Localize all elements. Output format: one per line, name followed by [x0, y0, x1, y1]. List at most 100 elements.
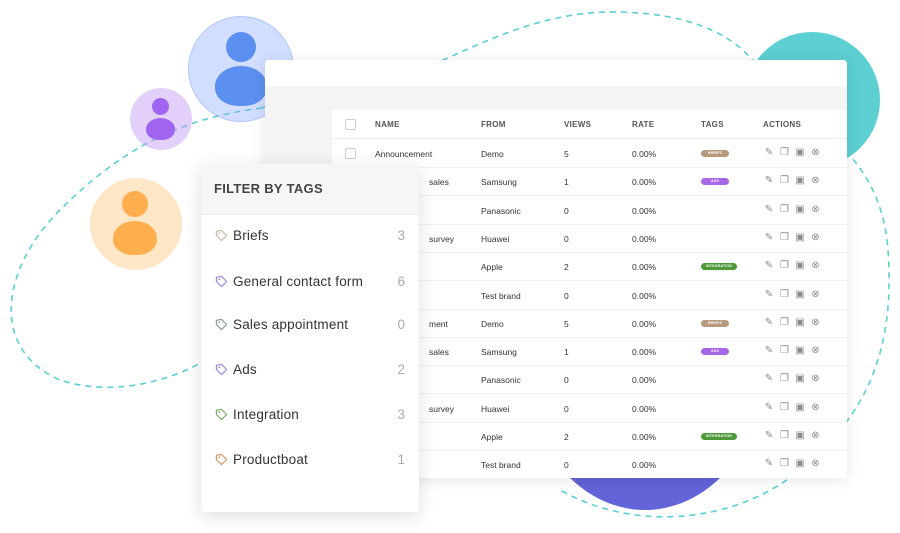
avatar-lilac [130, 88, 192, 150]
archive-icon[interactable]: ▣ [794, 289, 806, 301]
copy-icon[interactable]: ❐ [779, 175, 791, 187]
column-header-name[interactable]: NAME [375, 120, 400, 129]
archive-icon[interactable]: ▣ [794, 232, 806, 244]
filter-tag-item[interactable]: Ads 2 [201, 356, 419, 386]
copy-icon[interactable]: ❐ [779, 289, 791, 301]
row-tag-badge: INTEGRATION [701, 263, 737, 271]
avatar-body [146, 118, 175, 140]
column-header-rate[interactable]: RATE [632, 120, 654, 129]
delete-icon[interactable]: ⊗ [810, 373, 822, 385]
copy-icon[interactable]: ❐ [779, 373, 791, 385]
archive-icon[interactable]: ▣ [794, 402, 806, 414]
avatar-head [122, 191, 148, 217]
edit-icon[interactable]: ✎ [763, 458, 775, 470]
edit-icon[interactable]: ✎ [763, 317, 775, 329]
row-from: Huawei [481, 233, 510, 244]
row-name[interactable]: sales [429, 177, 449, 187]
filter-tag-item[interactable]: Integration 3 [201, 401, 419, 431]
column-header-tags: TAGS [701, 120, 724, 129]
delete-icon[interactable]: ⊗ [810, 175, 822, 187]
archive-icon[interactable]: ▣ [794, 345, 806, 357]
edit-icon[interactable]: ✎ [763, 289, 775, 301]
archive-icon[interactable]: ▣ [794, 317, 806, 329]
row-rate: 0.00% [632, 318, 657, 329]
filter-tag-label: Ads [233, 362, 257, 377]
edit-icon[interactable]: ✎ [763, 232, 775, 244]
filter-tag-count: 1 [397, 452, 405, 467]
filter-tag-item[interactable]: Sales appointment 0 [201, 311, 419, 341]
edit-icon[interactable]: ✎ [763, 345, 775, 357]
row-rate: 0.00% [632, 432, 657, 442]
row-from: Samsung [481, 177, 517, 188]
copy-icon[interactable]: ❐ [779, 232, 791, 244]
copy-icon[interactable]: ❐ [779, 345, 791, 357]
row-views: 0 [564, 375, 569, 386]
filter-tag-item[interactable]: General contact form 6 [201, 268, 419, 298]
row-from: Demo [481, 318, 504, 329]
row-from: Panasonic [481, 375, 521, 386]
copy-icon[interactable]: ❐ [779, 430, 791, 442]
copy-icon[interactable]: ❐ [779, 458, 791, 470]
copy-icon[interactable]: ❐ [779, 147, 791, 159]
row-rate: 0.00% [632, 262, 657, 273]
edit-icon[interactable]: ✎ [763, 373, 775, 385]
column-header-actions: ACTIONS [763, 120, 802, 129]
row-views: 5 [564, 149, 569, 159]
copy-icon[interactable]: ❐ [779, 204, 791, 216]
select-all-checkbox[interactable] [345, 119, 356, 130]
row-checkbox[interactable] [345, 148, 356, 159]
filter-tag-count: 6 [397, 274, 405, 289]
copy-icon[interactable]: ❐ [779, 317, 791, 329]
delete-icon[interactable]: ⊗ [810, 232, 822, 244]
row-name[interactable]: sales [429, 347, 449, 357]
delete-icon[interactable]: ⊗ [810, 345, 822, 357]
archive-icon[interactable]: ▣ [794, 373, 806, 385]
filter-tag-item[interactable]: Productboat 1 [201, 446, 419, 476]
row-name[interactable]: ment [429, 319, 448, 329]
archive-icon[interactable]: ▣ [794, 204, 806, 216]
filter-by-tags-panel: FILTER BY TAGS Briefs 3 General contact fo… [201, 164, 419, 512]
row-rate: 0.00% [632, 149, 657, 159]
column-header-from[interactable]: FROM [481, 120, 506, 129]
row-views: 5 [564, 318, 569, 329]
copy-icon[interactable]: ❐ [779, 402, 791, 414]
row-from: Samsung [481, 347, 517, 358]
row-views: 1 [564, 347, 569, 358]
row-name[interactable]: Announcement [375, 149, 432, 159]
delete-icon[interactable]: ⊗ [810, 430, 822, 442]
delete-icon[interactable]: ⊗ [810, 147, 822, 159]
edit-icon[interactable]: ✎ [763, 402, 775, 414]
edit-icon[interactable]: ✎ [763, 430, 775, 442]
delete-icon[interactable]: ⊗ [810, 317, 822, 329]
filter-tag-label: Briefs [233, 228, 269, 243]
row-tag-badge: ADS [701, 348, 729, 356]
archive-icon[interactable]: ▣ [794, 147, 806, 159]
archive-icon[interactable]: ▣ [794, 458, 806, 470]
row-from: Test brand [481, 290, 521, 301]
copy-icon[interactable]: ❐ [779, 260, 791, 272]
filter-tag-count: 3 [397, 407, 405, 422]
tag-icon [215, 408, 228, 421]
row-name[interactable]: survey [429, 234, 454, 244]
row-views: 0 [564, 233, 569, 244]
edit-icon[interactable]: ✎ [763, 204, 775, 216]
filter-tag-item[interactable]: Briefs 3 [201, 222, 419, 252]
delete-icon[interactable]: ⊗ [810, 204, 822, 216]
edit-icon[interactable]: ✎ [763, 147, 775, 159]
archive-icon[interactable]: ▣ [794, 430, 806, 442]
row-name[interactable]: survey [429, 404, 454, 414]
filter-tag-count: 2 [397, 362, 405, 377]
column-header-views[interactable]: VIEWS [564, 120, 591, 129]
archive-icon[interactable]: ▣ [794, 175, 806, 187]
tag-icon [215, 275, 228, 288]
row-rate: 0.00% [632, 460, 657, 471]
edit-icon[interactable]: ✎ [763, 175, 775, 187]
delete-icon[interactable]: ⊗ [810, 402, 822, 414]
archive-icon[interactable]: ▣ [794, 260, 806, 272]
edit-icon[interactable]: ✎ [763, 260, 775, 272]
row-from: Test brand [481, 460, 521, 471]
delete-icon[interactable]: ⊗ [810, 289, 822, 301]
delete-icon[interactable]: ⊗ [810, 260, 822, 272]
delete-icon[interactable]: ⊗ [810, 458, 822, 470]
row-tag-badge: BRIEFS [701, 150, 729, 157]
